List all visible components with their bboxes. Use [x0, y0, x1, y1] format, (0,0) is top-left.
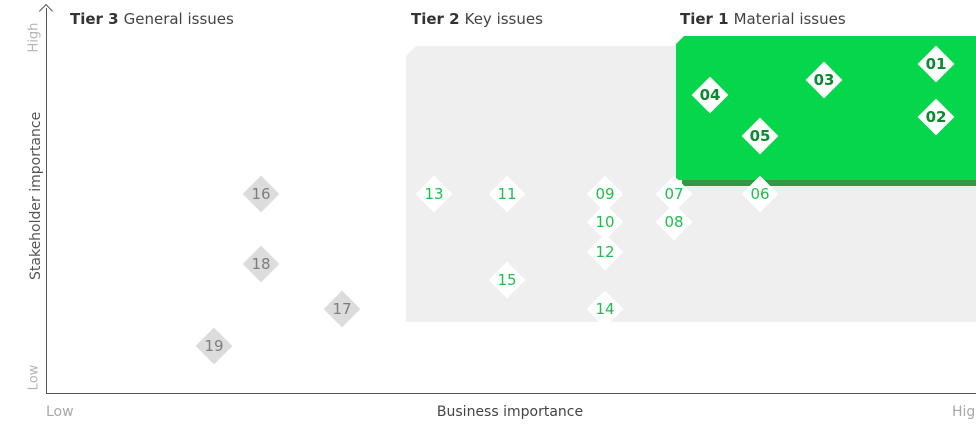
issue-marker-04: 04 [686, 71, 734, 119]
issue-number: 16 [251, 185, 271, 203]
issue-marker-15: 15 [483, 256, 531, 304]
issue-marker-02: 02 [912, 93, 960, 141]
y-axis-low-label: Low [26, 364, 42, 391]
x-axis-low-label: Low [46, 404, 74, 420]
issue-marker-17: 17 [318, 285, 366, 333]
issue-number: 18 [251, 255, 271, 273]
issue-number: 04 [699, 86, 721, 104]
tier3-label: General issues [123, 10, 234, 28]
tier2-key: Tier 2 [411, 10, 460, 28]
issue-marker-11: 11 [483, 170, 531, 218]
issue-number: 17 [332, 300, 352, 318]
y-axis-high-label: High [26, 22, 42, 53]
x-axis-title: Business importance [436, 404, 584, 420]
issue-marker-01: 01 [912, 40, 960, 88]
issue-marker-16: 16 [237, 170, 285, 218]
y-axis-arrow-icon [38, 3, 54, 19]
x-axis-line [46, 393, 976, 394]
issue-number: 05 [749, 127, 771, 145]
tier1-label: Material issues [733, 10, 846, 28]
tier3-key: Tier 3 [70, 10, 119, 28]
issue-number: 06 [750, 185, 770, 203]
x-axis-high-label: High [952, 404, 976, 420]
y-axis-title: Stakeholder importance [28, 111, 44, 280]
issue-number: 19 [204, 337, 224, 355]
issue-marker-18: 18 [237, 240, 285, 288]
issue-marker-08: 08 [650, 198, 698, 246]
issue-number: 12 [595, 243, 615, 261]
issue-number: 15 [497, 271, 517, 289]
tier2-header: Tier 2 Key issues [411, 10, 543, 28]
issue-marker-14: 14 [581, 285, 629, 333]
issue-number: 03 [813, 71, 835, 89]
tier1-header: Tier 1 Material issues [680, 10, 846, 28]
issue-number: 11 [497, 185, 517, 203]
issue-number: 14 [595, 300, 615, 318]
issue-marker-13: 13 [410, 170, 458, 218]
issue-number: 01 [925, 55, 947, 73]
issue-marker-06: 06 [736, 170, 784, 218]
issue-number: 02 [925, 108, 947, 126]
tier1-key: Tier 1 [680, 10, 729, 28]
issue-marker-05: 05 [736, 112, 784, 160]
issue-number: 08 [664, 213, 684, 231]
issue-marker-03: 03 [800, 56, 848, 104]
issue-marker-19: 19 [190, 322, 238, 370]
y-axis-line [46, 8, 47, 394]
issue-number: 13 [424, 185, 444, 203]
tier2-label: Key issues [464, 10, 543, 28]
issue-marker-12: 12 [581, 228, 629, 276]
tier3-header: Tier 3 General issues [70, 10, 234, 28]
